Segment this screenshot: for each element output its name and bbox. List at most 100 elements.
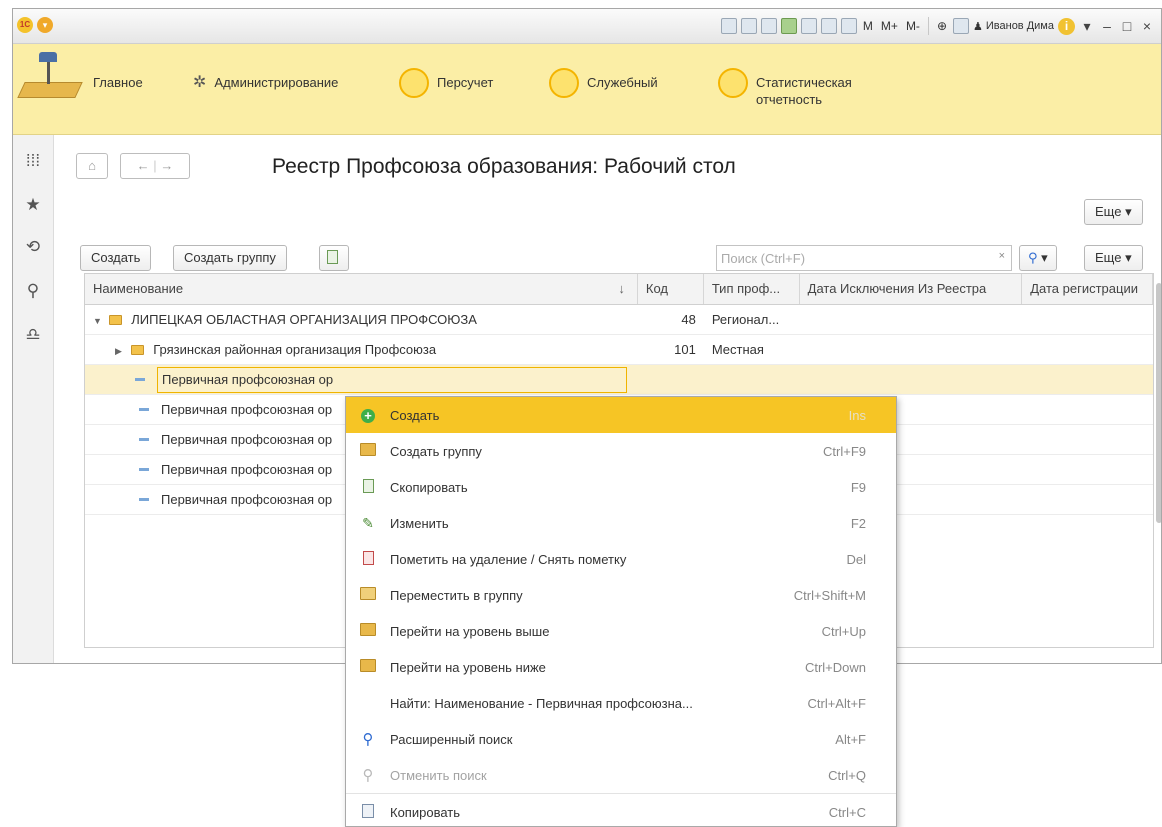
yellow-circle-icon xyxy=(549,68,579,98)
memory-plus-button[interactable]: M+ xyxy=(879,19,900,33)
section-statistics[interactable]: Статистическая отчетность xyxy=(718,68,866,108)
calculator-icon[interactable] xyxy=(820,18,837,34)
clear-search-icon[interactable]: × xyxy=(999,250,1005,262)
search-icon[interactable]: ⚲ xyxy=(23,281,43,301)
table-scrollbar[interactable] xyxy=(1154,273,1161,648)
panels-icon[interactable] xyxy=(953,18,969,34)
maximize-button[interactable]: □ xyxy=(1119,18,1135,34)
section-administration[interactable]: ✲ Администрирование xyxy=(193,74,338,92)
menu-item-mark-delete[interactable]: Пометить на удаление / Снять пометку Del xyxy=(346,541,896,577)
table-row[interactable]: ▼ ЛИПЕЦКАЯ ОБЛАСТНАЯ ОРГАНИЗАЦИЯ ПРОФСОЮ… xyxy=(85,305,1153,335)
section-personnel[interactable]: Персучет xyxy=(399,68,493,98)
column-header-type[interactable]: Тип проф... xyxy=(704,274,800,304)
home-button[interactable]: ⌂ xyxy=(76,153,108,179)
copy-button[interactable] xyxy=(319,245,349,271)
save-icon[interactable] xyxy=(720,18,737,34)
menu-item-shortcut: Ins xyxy=(848,407,866,423)
divider xyxy=(927,17,929,35)
section-label: Статистическая отчетность xyxy=(756,75,852,107)
column-header-code[interactable]: Код xyxy=(638,274,704,304)
left-panel: ⁞⁞⁞ ★ ⟲ ⚲ ♎ xyxy=(13,135,54,663)
more-label: Еще xyxy=(1095,204,1122,219)
exclusion-date-cell xyxy=(800,335,1023,364)
main-menu-dropdown-icon[interactable]: ▾ xyxy=(37,17,53,33)
menu-item-move-to-group[interactable]: Переместить в группу Ctrl+Shift+M xyxy=(346,577,896,613)
name-cell: ▼ ЛИПЕЦКАЯ ОБЛАСТНАЯ ОРГАНИЗАЦИЯ ПРОФСОЮ… xyxy=(85,305,638,334)
sort-down-icon: ↓ xyxy=(618,281,625,296)
pencil-icon: ✎ xyxy=(362,514,374,531)
print-icon[interactable] xyxy=(740,18,757,34)
section-main[interactable]: Главное xyxy=(93,74,143,91)
expand-right-icon[interactable]: ▶ xyxy=(115,337,127,364)
apps-grid-icon[interactable]: ⁞⁞⁞ xyxy=(23,151,43,171)
scrollbar-thumb[interactable] xyxy=(1156,283,1161,523)
create-group-button[interactable]: Создать группу xyxy=(173,245,287,271)
menu-item-label: Пометить на удаление / Снять пометку xyxy=(390,551,627,567)
expand-down-icon[interactable]: ▼ xyxy=(93,307,105,334)
history-icon[interactable]: ⟲ xyxy=(23,237,43,257)
menu-item-create-group[interactable]: Создать группу Ctrl+F9 xyxy=(346,433,896,469)
search-input[interactable] xyxy=(717,246,985,270)
search-field[interactable]: × xyxy=(716,245,1012,271)
element-icon xyxy=(139,408,149,411)
menu-item-find[interactable]: Найти: Наименование - Первичная профсоюз… xyxy=(346,685,896,721)
menu-item-shortcut: Ctrl+Shift+M xyxy=(793,587,866,603)
table-row[interactable]: ▶ Грязинская районная организация Профсо… xyxy=(85,335,1153,365)
yellow-circle-icon xyxy=(718,68,748,98)
menu-item-label: Перейти на уровень выше xyxy=(390,623,550,639)
copy-clipboard-icon xyxy=(362,803,374,818)
forward-button[interactable]: → xyxy=(160,158,173,173)
memory-minus-button[interactable]: M- xyxy=(904,19,922,33)
page-title: Реестр Профсоюза образования: Рабочий ст… xyxy=(272,155,736,178)
back-button[interactable]: ← xyxy=(137,158,150,173)
exclusion-date-cell xyxy=(800,305,1023,334)
table-row-selected[interactable]: Первичная профсоюзная ор xyxy=(85,365,1153,395)
folder-icon xyxy=(108,315,122,325)
menu-item-copy-element[interactable]: Скопировать F9 xyxy=(346,469,896,505)
folder-add-icon xyxy=(360,443,376,456)
menu-item-level-down[interactable]: Перейти на уровень ниже Ctrl+Down xyxy=(346,649,896,685)
code-cell xyxy=(638,365,704,394)
calendar-icon[interactable] xyxy=(840,18,857,34)
menu-item-level-up[interactable]: Перейти на уровень выше Ctrl+Up xyxy=(346,613,896,649)
preview-icon[interactable] xyxy=(760,18,777,34)
menu-item-shortcut: Ctrl+C xyxy=(828,804,866,820)
menu-item-edit[interactable]: ✎ Изменить F2 xyxy=(346,505,896,541)
current-user[interactable]: ♟ Иванов Дима xyxy=(973,20,1054,33)
menu-item-copy[interactable]: Копировать Ctrl+C xyxy=(346,794,896,826)
bell-icon[interactable]: ♎ xyxy=(23,325,43,345)
more-button[interactable]: Еще ▾ xyxy=(1084,245,1143,271)
menu-item-create[interactable]: + Создать Ins xyxy=(346,397,896,433)
column-header-name[interactable]: Наименование ↓ xyxy=(85,274,638,304)
menu-item-shortcut: F9 xyxy=(850,479,866,495)
close-button[interactable]: × xyxy=(1139,18,1155,34)
create-button[interactable]: Создать xyxy=(80,245,152,271)
1c-logo-icon[interactable]: 1С xyxy=(17,17,33,33)
menu-item-advanced-search[interactable]: ⚲ Расширенный поиск Alt+F xyxy=(346,721,896,757)
memory-button[interactable]: M xyxy=(861,19,875,33)
registration-date-cell xyxy=(1022,365,1153,394)
context-menu: + Создать Ins Создать группу Ctrl+F9 Ско… xyxy=(345,396,897,827)
more-button-top[interactable]: Еще ▾ xyxy=(1084,199,1143,225)
registration-date-cell xyxy=(1022,455,1153,484)
search-options-button[interactable]: ⚲ ▾ xyxy=(1019,245,1057,271)
element-icon xyxy=(139,438,149,441)
minimize-button[interactable]: – xyxy=(1099,18,1115,34)
menu-item-cancel-search: ⚲ Отменить поиск Ctrl+Q xyxy=(346,757,896,794)
column-header-registration-date[interactable]: Дата регистрации xyxy=(1022,274,1153,304)
section-service[interactable]: Служебный xyxy=(549,68,658,98)
menu-item-shortcut: Del xyxy=(846,551,866,567)
copy-doc-icon xyxy=(327,250,338,264)
info-icon[interactable]: i xyxy=(1058,17,1075,35)
yellow-circle-icon xyxy=(399,68,429,98)
zoom-icon[interactable]: ⊕ xyxy=(935,19,949,33)
column-header-exclusion-date[interactable]: Дата Исключения Из Реестра xyxy=(800,274,1023,304)
delete-mark-icon xyxy=(362,550,374,565)
move-to-group-icon xyxy=(360,587,376,600)
element-icon xyxy=(139,468,149,471)
upload-icon[interactable] xyxy=(780,18,797,34)
section-label: Служебный xyxy=(587,75,658,90)
star-icon[interactable]: ★ xyxy=(23,195,43,215)
dropdown-icon[interactable]: ▾ xyxy=(1079,18,1095,35)
copy-icon[interactable] xyxy=(800,18,817,34)
